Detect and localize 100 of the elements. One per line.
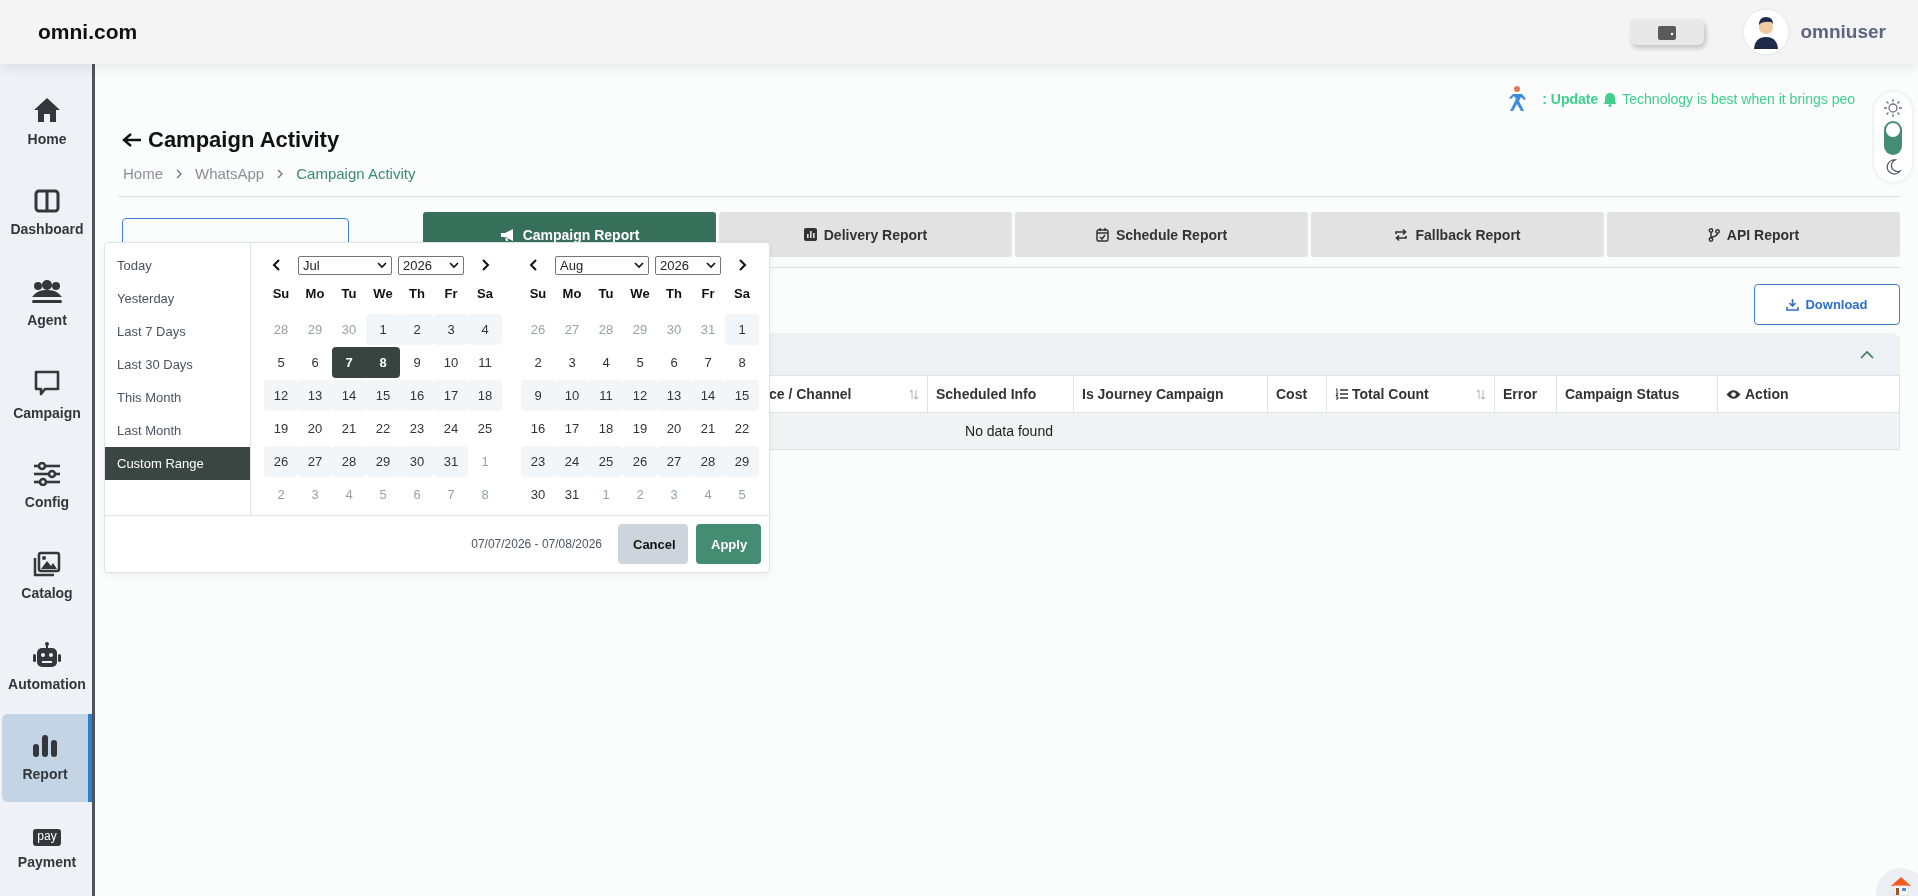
sidebar-item[interactable]: Automation	[2, 623, 92, 712]
calendar-day[interactable]: 12	[264, 380, 298, 411]
calendar-day[interactable]: 28	[332, 446, 366, 477]
calendar-day[interactable]: 27	[298, 446, 332, 477]
calendar-day[interactable]: 20	[298, 413, 332, 444]
calendar-day[interactable]: 22	[725, 413, 759, 444]
calendar-day[interactable]: 16	[400, 380, 434, 411]
range-option[interactable]: This Month	[105, 381, 250, 414]
calendar-day[interactable]: 13	[657, 380, 691, 411]
calendar-day[interactable]: 19	[264, 413, 298, 444]
calendar-day[interactable]: 7	[691, 347, 725, 378]
column-header: Campaign Status	[1556, 375, 1718, 413]
calendar-day[interactable]: 6	[657, 347, 691, 378]
calendar-day[interactable]: 20	[657, 413, 691, 444]
calendar-day[interactable]: 30	[400, 446, 434, 477]
calendar-day[interactable]: 7	[332, 347, 366, 378]
calendar-day[interactable]: 10	[434, 347, 468, 378]
calendar-day[interactable]: 26	[623, 446, 657, 477]
calendar-day[interactable]: 17	[555, 413, 589, 444]
calendar-day[interactable]: 1	[725, 314, 759, 345]
calendar-day[interactable]: 11	[589, 380, 623, 411]
range-option[interactable]: Yesterday	[105, 282, 250, 315]
calendar-day[interactable]: 1	[366, 314, 400, 345]
calendar-day[interactable]: 9	[521, 380, 555, 411]
calendar-day[interactable]: 14	[332, 380, 366, 411]
calendar-day[interactable]: 16	[521, 413, 555, 444]
calendar-day[interactable]: 8	[366, 347, 400, 378]
calendar-day[interactable]: 29	[366, 446, 400, 477]
calendar-day[interactable]: 25	[589, 446, 623, 477]
calendar-day[interactable]: 24	[555, 446, 589, 477]
calendar-day[interactable]: 23	[400, 413, 434, 444]
report-tab[interactable]: Schedule Report	[1015, 212, 1308, 257]
calendar-day[interactable]: 31	[434, 446, 468, 477]
calendar-day[interactable]: 18	[589, 413, 623, 444]
calendar-day[interactable]: 23	[521, 446, 555, 477]
calendar-day[interactable]: 2	[400, 314, 434, 345]
sidebar-item[interactable]: Home	[2, 78, 92, 166]
report-tab[interactable]: Delivery Report	[719, 212, 1012, 257]
calendar-day[interactable]: 21	[332, 413, 366, 444]
year-select[interactable]: 2026	[398, 255, 464, 275]
calendar-day[interactable]: 8	[725, 347, 759, 378]
username[interactable]: omniuser	[1800, 21, 1886, 43]
calendar-day[interactable]: 27	[657, 446, 691, 477]
sidebar-item[interactable]: Report	[2, 714, 92, 803]
calendar-day[interactable]: 5	[264, 347, 298, 378]
calendar-day[interactable]: 15	[725, 380, 759, 411]
wallet-button[interactable]	[1630, 19, 1705, 45]
calendar-day[interactable]: 17	[434, 380, 468, 411]
calendar-day[interactable]: 11	[468, 347, 502, 378]
sidebar-item[interactable]: Config	[2, 441, 92, 530]
calendar-day[interactable]: 5	[623, 347, 657, 378]
sidebar-item[interactable]: Catalog	[2, 532, 92, 621]
calendar-day[interactable]: 4	[468, 314, 502, 345]
month-select[interactable]: Jul	[298, 255, 392, 275]
calendar-day[interactable]: 10	[555, 380, 589, 411]
report-tab[interactable]: Fallback Report	[1311, 212, 1604, 257]
calendar-day[interactable]: 31	[555, 479, 589, 510]
calendar-day[interactable]: 3	[555, 347, 589, 378]
calendar-day[interactable]: 15	[366, 380, 400, 411]
sidebar-item[interactable]: Campaign	[2, 350, 92, 439]
calendar-day[interactable]: 4	[589, 347, 623, 378]
back-arrow-icon[interactable]	[122, 132, 142, 148]
logo[interactable]: omni.com	[38, 20, 138, 44]
calendar-day[interactable]: 28	[691, 446, 725, 477]
calendar-day[interactable]: 29	[725, 446, 759, 477]
breadcrumb-link[interactable]: Campaign Activity	[296, 165, 416, 182]
calendar-day[interactable]: 2	[521, 347, 555, 378]
calendar-day[interactable]: 26	[264, 446, 298, 477]
chevron-up-icon[interactable]	[1860, 349, 1874, 359]
range-option[interactable]: Last 30 Days	[105, 348, 250, 381]
avatar[interactable]	[1742, 8, 1791, 56]
calendar-day[interactable]: 13	[298, 380, 332, 411]
calendar-day[interactable]: 21	[691, 413, 725, 444]
calendar-day[interactable]: 14	[691, 380, 725, 411]
weekday-label: Mo	[561, 284, 583, 303]
calendar-day[interactable]: 3	[434, 314, 468, 345]
calendar-day[interactable]: 24	[434, 413, 468, 444]
calendar-day[interactable]: 30	[521, 479, 555, 510]
calendar-day[interactable]: 22	[366, 413, 400, 444]
range-option[interactable]: Last 7 Days	[105, 315, 250, 348]
eye-icon	[1726, 388, 1741, 400]
calendar-day[interactable]: 25	[468, 413, 502, 444]
calendar-day[interactable]: 6	[298, 347, 332, 378]
range-option[interactable]: Custom Range	[105, 447, 250, 480]
robot-icon	[32, 642, 62, 669]
month-select[interactable]: Aug	[555, 255, 649, 275]
calendar-day[interactable]: 9	[400, 347, 434, 378]
calendar-day[interactable]: 18	[468, 380, 502, 411]
sidebar-item[interactable]: Agent	[2, 259, 92, 348]
year-select[interactable]: 2026	[655, 255, 721, 275]
report-tab[interactable]: API Report	[1607, 212, 1900, 257]
sidebar-item[interactable]: Dashboard	[2, 168, 92, 257]
apply-button[interactable]: Apply	[696, 524, 761, 564]
theme-toggle[interactable]	[1884, 121, 1902, 155]
calendar-day[interactable]: 12	[623, 380, 657, 411]
range-option[interactable]: Today	[105, 249, 250, 282]
sidebar-item[interactable]: pay Payment	[2, 805, 92, 893]
cancel-button[interactable]: Cancel	[618, 524, 688, 564]
calendar-day[interactable]: 19	[623, 413, 657, 444]
download-button[interactable]: Download	[1754, 284, 1900, 325]
